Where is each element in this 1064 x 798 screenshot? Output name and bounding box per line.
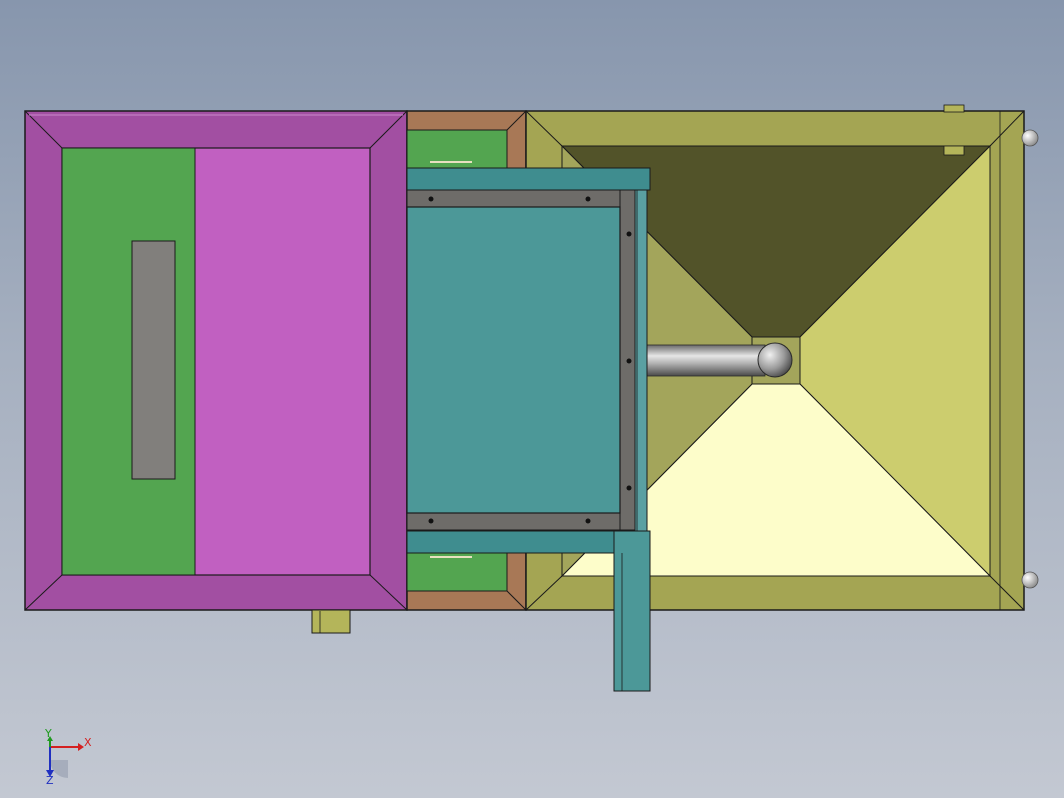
bolt-icon [428,518,434,524]
knob-icon[interactable] [1021,571,1039,589]
gray-rail-top [406,189,636,208]
bolt-icon [585,518,591,524]
gray-slot [131,240,176,480]
outlet-pipe[interactable] [644,342,793,378]
bolt-icon [626,231,632,237]
bolt-icon [626,358,632,364]
axis-triad: X Y Z [44,727,92,787]
left-foot-bracket [311,609,351,634]
hopper-top-tab [943,104,965,113]
bolt-icon [626,485,632,491]
bolt-icon [585,196,591,202]
teal-slide-unit[interactable] [406,167,651,692]
axis-y-label: Y [44,727,52,740]
bolt-icon [428,196,434,202]
pipe-elbow [757,342,793,378]
axis-x-label: X [84,736,92,749]
cad-viewport[interactable]: X Y Z [0,0,1064,798]
teal-handle[interactable] [613,530,651,692]
teal-body [406,206,621,514]
axis-z-label: Z [46,774,54,787]
knob-icon[interactable] [1021,129,1039,147]
left-magenta-box[interactable] [24,110,408,611]
gray-rail-bottom [406,512,636,531]
